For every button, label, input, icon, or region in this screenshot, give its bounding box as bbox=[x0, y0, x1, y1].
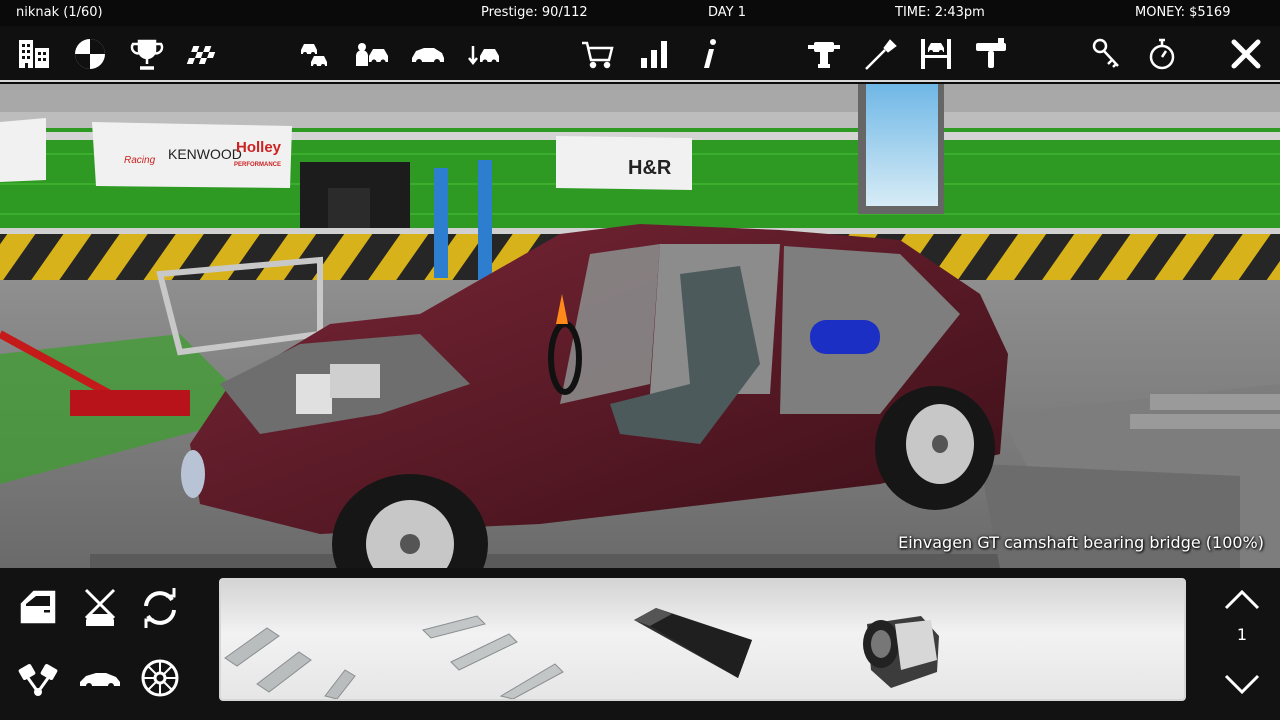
bottom-panel: 1 bbox=[0, 568, 1280, 720]
banner-kenwood: KENWOOD bbox=[168, 146, 242, 162]
banner-performance: PERFORMANCE bbox=[234, 162, 281, 168]
wheel-rim-icon[interactable] bbox=[136, 654, 184, 702]
trophy-icon[interactable] bbox=[127, 34, 167, 74]
day-counter: DAY 1 bbox=[708, 5, 747, 20]
parts-strip bbox=[219, 578, 1186, 701]
car-dealer-icon[interactable] bbox=[352, 34, 392, 74]
parts-pager: 1 bbox=[1214, 578, 1270, 703]
info-icon[interactable] bbox=[690, 34, 730, 74]
page-number: 1 bbox=[1236, 625, 1248, 644]
money-display: MONEY: $5169 bbox=[1135, 5, 1231, 20]
garage-scene[interactable]: Racing KENWOOD Holley PERFORMANCE H&R Ei… bbox=[0, 84, 1280, 568]
main-toolbar bbox=[0, 26, 1280, 82]
part-alternator[interactable] bbox=[851, 580, 951, 699]
close-icon[interactable] bbox=[1226, 34, 1266, 74]
page-up-chevron-icon[interactable] bbox=[1220, 582, 1264, 618]
screwdriver-icon[interactable] bbox=[860, 34, 900, 74]
race-flag-icon[interactable] bbox=[70, 34, 110, 74]
car-silhouette-icon[interactable] bbox=[76, 654, 124, 702]
car-door-tool-icon[interactable] bbox=[14, 584, 62, 632]
car-side-icon[interactable] bbox=[408, 34, 448, 74]
part-camshaft-bearing-caps[interactable] bbox=[221, 580, 371, 699]
player-name: niknak (1/60) bbox=[16, 5, 103, 20]
page-down-chevron-icon[interactable] bbox=[1220, 666, 1264, 702]
car-swap-icon[interactable] bbox=[464, 34, 504, 74]
rear-wheel[interactable] bbox=[875, 386, 995, 510]
time-display: TIME: 2:43pm bbox=[895, 5, 985, 20]
car-pair-icon[interactable] bbox=[295, 34, 335, 74]
checkered-flag-icon[interactable] bbox=[183, 34, 223, 74]
rotate-refresh-icon[interactable] bbox=[136, 584, 184, 632]
banner-racing: Racing bbox=[124, 155, 156, 166]
garage-buildings-icon[interactable] bbox=[14, 34, 54, 74]
status-bar: niknak (1/60) Prestige: 90/112 DAY 1 TIM… bbox=[0, 0, 1280, 26]
car-lift-icon[interactable] bbox=[916, 34, 956, 74]
banner-holley: Holley bbox=[236, 139, 282, 156]
engine-piston-icon[interactable] bbox=[14, 654, 62, 702]
car-keys-icon[interactable] bbox=[1086, 34, 1126, 74]
stats-bars-icon[interactable] bbox=[634, 34, 674, 74]
shopping-cart-icon[interactable] bbox=[578, 34, 618, 74]
prestige-counter: Prestige: 90/112 bbox=[481, 5, 588, 20]
banner-hr: H&R bbox=[628, 157, 672, 179]
part-engine-oil-pan[interactable] bbox=[626, 580, 756, 699]
selected-part-caption: Einvagen GT camshaft bearing bridge (100… bbox=[898, 533, 1264, 552]
part-camshaft-bearing-bridge[interactable] bbox=[417, 580, 577, 699]
car-repair-tools-icon[interactable] bbox=[76, 584, 124, 632]
paint-gun-icon[interactable] bbox=[972, 34, 1012, 74]
stopwatch-icon[interactable] bbox=[1142, 34, 1182, 74]
power-drill-icon[interactable] bbox=[804, 34, 844, 74]
